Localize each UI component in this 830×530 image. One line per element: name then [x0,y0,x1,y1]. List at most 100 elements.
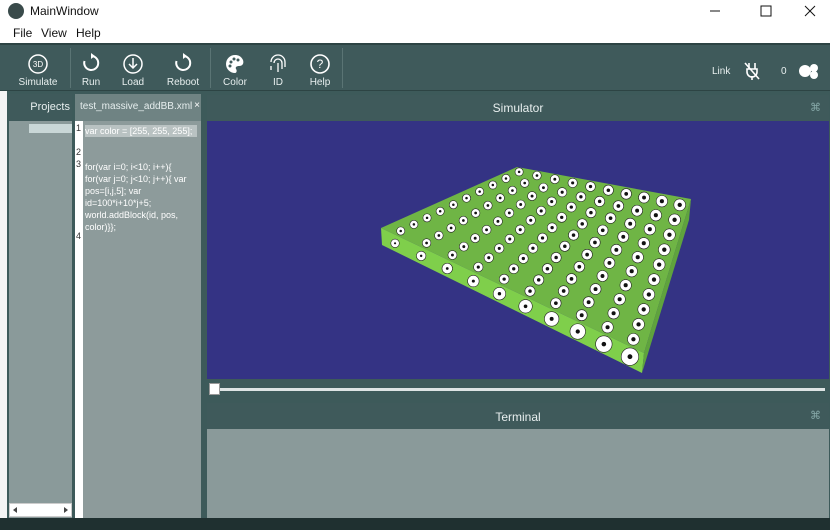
minimize-button[interactable] [692,0,738,23]
menu-help[interactable]: Help [76,26,101,40]
block-pip [476,265,480,269]
simulator-viewport[interactable] [207,121,829,379]
code-line[interactable]: var color = [255, 255, 255]; [85,125,197,137]
link-off-icon[interactable] [742,61,762,81]
slider-track[interactable] [213,388,825,391]
simulator-header: Simulator ⌘ [207,95,829,121]
terminal-title: Terminal [495,410,541,424]
block-pip [497,246,501,250]
block-pip [571,233,576,237]
block-pip [586,300,591,305]
block-pip [628,221,633,226]
reboot-icon [175,53,192,71]
load-button[interactable]: Load [111,45,155,91]
block-pip [517,170,521,174]
block-pip [425,216,429,220]
block-pip [614,247,619,252]
block-pip [487,256,491,260]
block-pip [617,297,622,302]
maximize-button[interactable] [742,0,788,23]
block-pip [561,289,566,293]
menu-view[interactable]: View [41,26,67,40]
block-pip [624,192,629,196]
scroll-arrows-icon [13,507,68,513]
block-pip [647,227,652,232]
reboot-button[interactable]: Reboot [161,45,205,91]
slider-handle[interactable] [209,383,220,395]
svg-text:3D: 3D [33,60,43,69]
block-pip [605,325,610,330]
block-pip [589,210,593,215]
block-pip [616,204,621,208]
terminal-undock-icon[interactable]: ⌘ [810,409,821,422]
color-button[interactable]: Color [213,45,257,91]
block-pip [545,266,550,271]
block-pip [496,219,500,223]
block-pip [659,199,664,204]
block-pip [529,218,533,222]
block-pip [478,190,481,193]
editor-tab-close-icon[interactable]: × [194,100,200,111]
block-pip [536,278,541,282]
connection-count: 0 [781,66,787,77]
block-pip [540,236,545,240]
project-item[interactable] [29,124,72,133]
block-pip [600,274,605,278]
block-pip [521,256,525,261]
id-label: ID [273,77,283,88]
link-label: Link [712,66,731,77]
simulate-label: Simulate [18,77,58,88]
simulator-undock-icon[interactable]: ⌘ [810,101,821,114]
run-label: Run [81,77,101,88]
horizontal-scrollbar[interactable] [9,503,72,517]
block-pip [491,183,495,187]
line-number-gutter: 1 2 3 4 [75,121,83,518]
block-pip [530,194,534,198]
simulator-title: Simulator [492,101,544,115]
block-front-pip [627,354,633,360]
reboot-label: Reboot [166,77,200,88]
tab-editor-file[interactable]: test_massive_addBB.xml × [75,94,201,121]
block-pip [535,174,539,177]
simulator-slider [207,379,829,401]
block-pip [563,244,567,249]
block-pip [641,307,646,312]
block-grid-render [381,167,691,373]
block-pip [662,247,667,252]
id-button[interactable]: ID [256,45,300,91]
tab-projects[interactable]: Projects [9,94,72,121]
simulate-button[interactable]: 3D Simulate [16,45,60,91]
block-pip [631,337,636,342]
block-pip [452,203,455,206]
block-front-pip [471,279,475,283]
block-pip [550,226,554,230]
terminal-output[interactable] [207,429,829,518]
block-pip [600,228,605,233]
menu-file[interactable]: File [13,26,32,40]
app-icon [8,3,24,19]
block-front-pip [575,329,580,334]
block-pip [579,313,584,318]
block-pip [508,237,512,241]
block-pip [550,200,554,204]
block-pip [588,184,593,189]
block-pip [502,277,506,281]
block-pip [593,240,597,245]
run-button[interactable]: Run [69,45,113,91]
left-edge-strip [0,91,7,530]
block-pip [554,255,558,260]
block-pip [606,188,611,192]
help-button[interactable]: ? Help [298,45,342,91]
block-pip [672,217,677,222]
block-pip [636,322,641,327]
close-button[interactable] [786,0,830,23]
block-pip [462,245,466,249]
block-pip [569,205,573,209]
block-front-pip [523,304,528,309]
block-pip [553,177,557,181]
code-line[interactable]: for(var i=0; i<10; i++){ for(var j=0; j<… [85,161,197,233]
block-pip [539,209,543,213]
block-pip [473,236,477,240]
block-pip [635,255,640,260]
minimize-icon [710,10,720,12]
